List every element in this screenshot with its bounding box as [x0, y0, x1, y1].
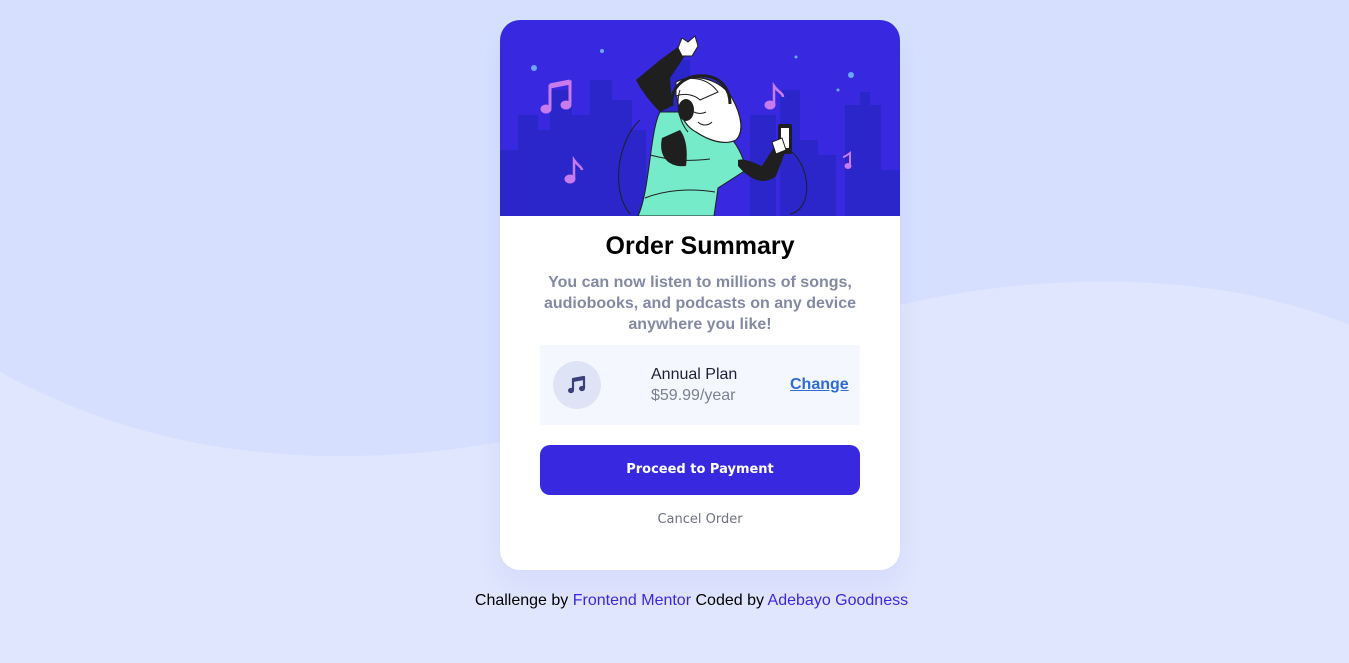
attribution-prefix: Challenge by: [474, 592, 569, 609]
frontend-mentor-link[interactable]: Frontend Mentor: [573, 592, 691, 609]
plan-price: $59.99/year: [651, 387, 736, 404]
order-summary-card: Order Summary You can now listen to mill…: [500, 20, 900, 570]
author-link[interactable]: Adebayo Goodness: [768, 592, 909, 609]
attribution-middle: Coded by: [695, 592, 764, 609]
attribution: Challenge by Frontend Mentor Coded by Ad…: [0, 590, 1349, 611]
proceed-to-payment-button[interactable]: Proceed to Payment: [540, 445, 860, 495]
plan-name: Annual Plan: [651, 366, 738, 383]
cancel-order-button[interactable]: Cancel Order: [500, 510, 900, 530]
plan-box: Annual Plan $59.99/year Change: [540, 345, 860, 425]
plan-icon-circle: [553, 361, 601, 409]
card-title: Order Summary: [605, 232, 795, 260]
hero-illustration: [500, 20, 900, 216]
music-note-icon: [568, 375, 586, 394]
card-description: You can now listen to millions of songs,…: [543, 274, 857, 333]
change-plan-link[interactable]: Change: [790, 375, 849, 395]
